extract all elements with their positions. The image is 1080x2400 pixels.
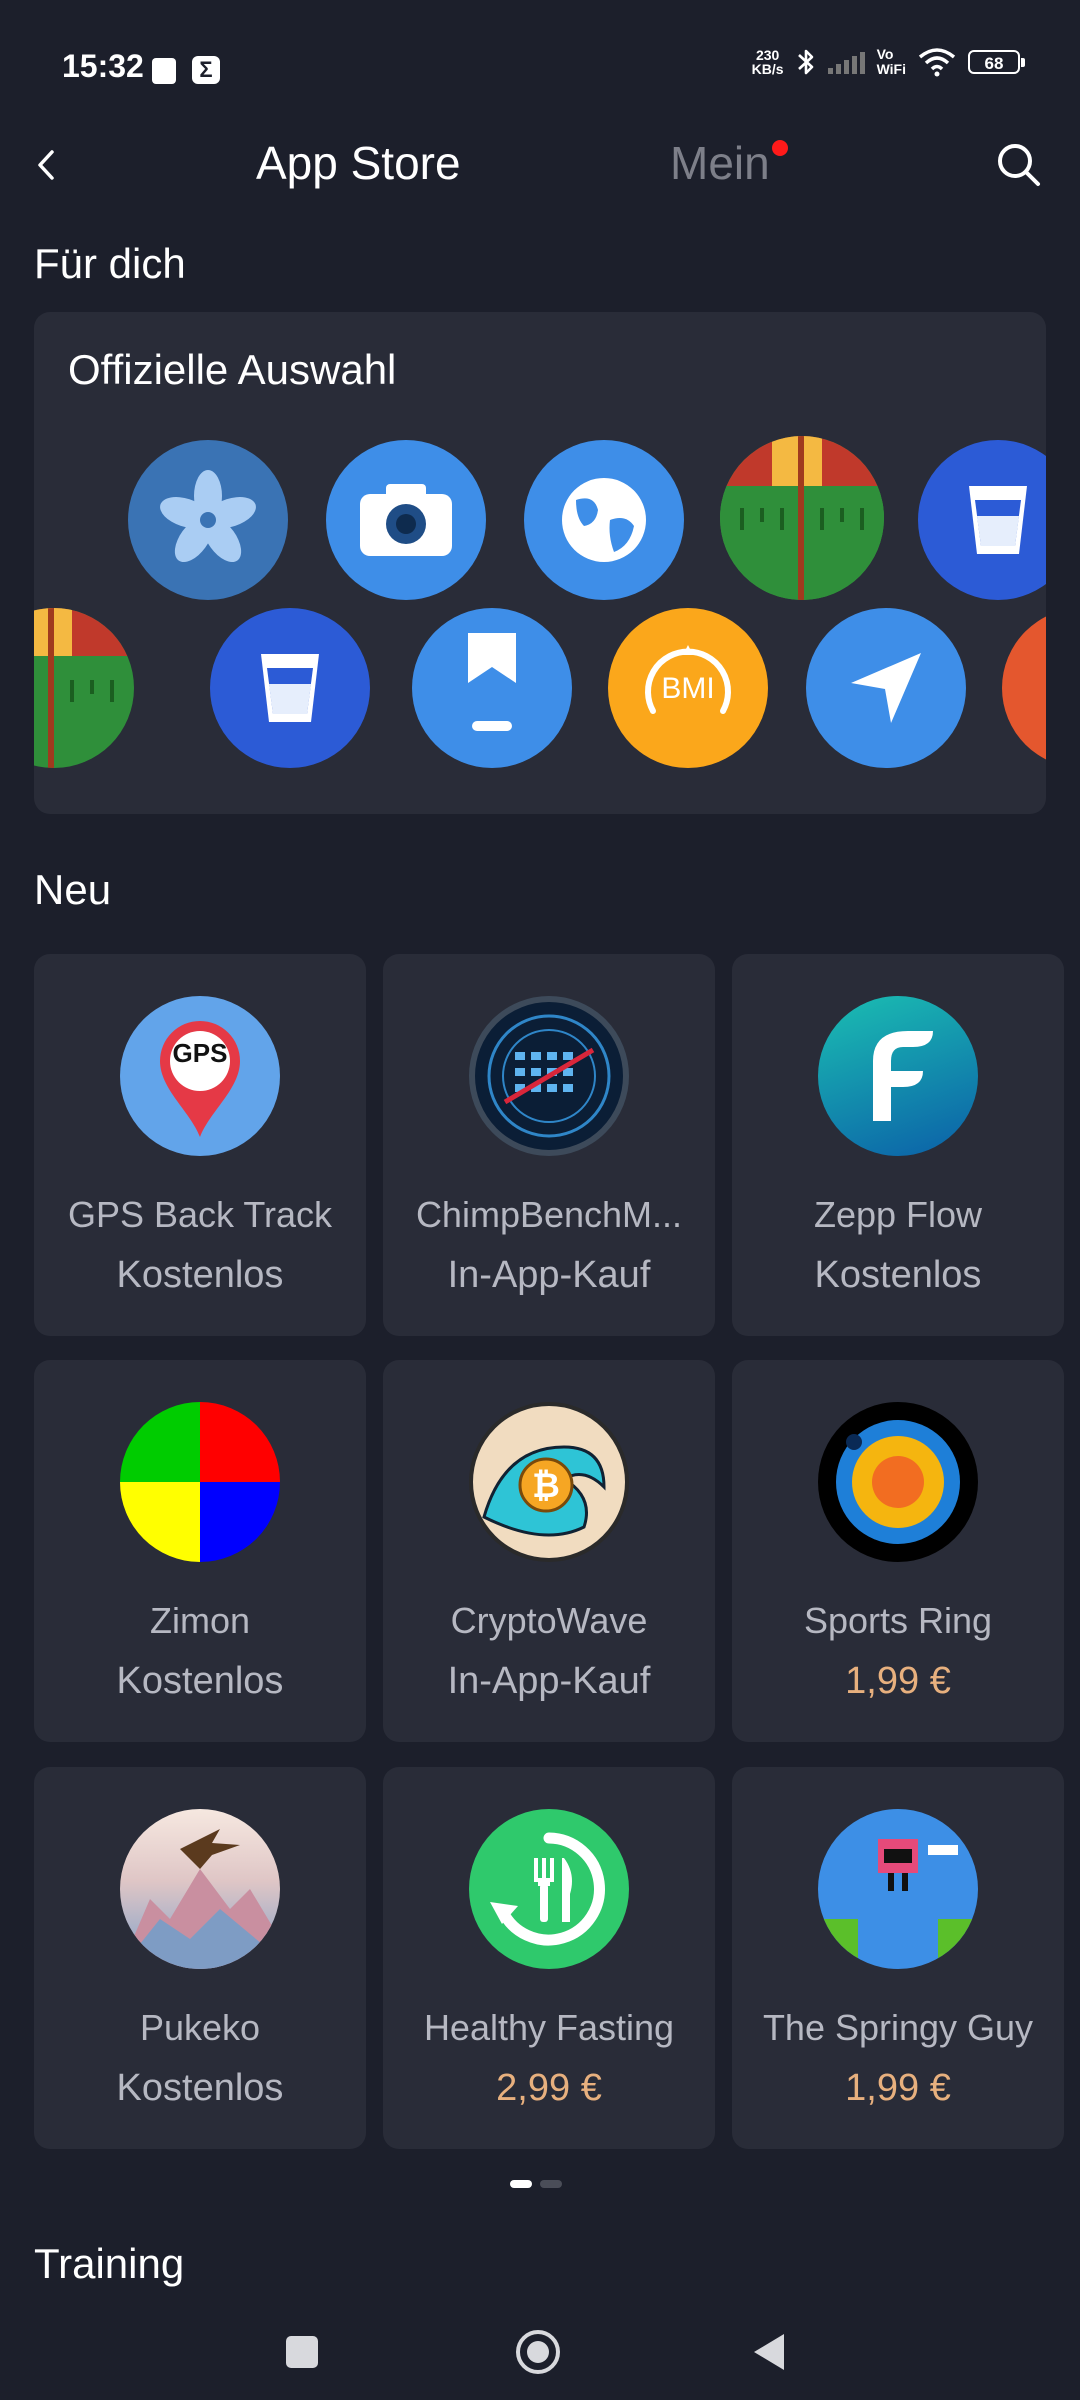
app-price: 1,99 € — [845, 1660, 951, 1702]
app-card-cryptowave[interactable]: ₿ CryptoWave In-App-Kauf — [383, 1360, 715, 1742]
app-card-chimpbench[interactable]: ChimpBenchM... In-App-Kauf — [383, 954, 715, 1336]
app-price: In-App-Kauf — [447, 1254, 651, 1296]
vowifi-line2: WiFi — [876, 61, 906, 77]
notification-icon — [152, 58, 176, 84]
gps-label: GPS — [172, 1038, 228, 1068]
springy-guy-icon — [818, 1809, 978, 1969]
home-button[interactable] — [514, 2328, 562, 2376]
app-name: CryptoWave — [450, 1600, 648, 1641]
app-name: Zepp Flow — [813, 1194, 983, 1235]
app-name: Healthy Fasting — [423, 2007, 675, 2048]
status-time: 15:32 — [62, 48, 144, 84]
zimon-icon — [120, 1402, 280, 1562]
app-price: 1,99 € — [845, 2067, 951, 2109]
app-card-gps-back-track[interactable]: GPS GPS Back Track Kostenlos — [34, 954, 366, 1336]
water-glass-app-icon-2[interactable] — [210, 608, 370, 768]
app-name: The Springy Guy — [762, 2007, 1034, 2048]
app-name: Sports Ring — [803, 1600, 993, 1641]
official-selection-title: Offizielle Auswahl — [68, 346, 397, 393]
app-price: In-App-Kauf — [447, 1660, 651, 1702]
bluetooth-icon — [797, 49, 813, 75]
pager-dot — [540, 2180, 562, 2188]
bookmark-app-icon[interactable] — [412, 608, 572, 768]
app-name: ChimpBenchM... — [415, 1194, 683, 1235]
system-nav-bar — [0, 2300, 1080, 2400]
vowifi-line1: Vo — [876, 46, 894, 62]
app-price: Kostenlos — [814, 1254, 982, 1296]
wifi-icon — [918, 48, 956, 77]
globe-app-icon[interactable] — [524, 440, 684, 600]
app-card-zepp-flow[interactable]: Zepp Flow Kostenlos — [732, 954, 1064, 1336]
tab-mine[interactable]: Mein — [670, 136, 770, 190]
pager-dots — [510, 2180, 562, 2188]
speed-value: 230 — [755, 47, 780, 63]
pukeko-icon — [120, 1809, 280, 1969]
app-card-springy-guy[interactable]: The Springy Guy 1,99 € — [732, 1767, 1064, 2149]
app-name: Pukeko — [139, 2007, 261, 2048]
official-selection-card[interactable]: Offizielle Auswahl BMI — [34, 312, 1046, 814]
vowifi-icon: Vo WiFi — [877, 47, 906, 77]
app-name: Zimon — [149, 1600, 251, 1641]
app-name: GPS Back Track — [67, 1194, 333, 1235]
recents-button[interactable] — [286, 2336, 318, 2368]
back-icon[interactable] — [30, 140, 70, 190]
app-price: Kostenlos — [116, 1254, 284, 1296]
pager-dot-active — [510, 2180, 532, 2188]
sports-ring-icon — [818, 1402, 978, 1562]
app-card-pukeko[interactable]: Pukeko Kostenlos — [34, 1767, 366, 2149]
search-icon[interactable] — [996, 142, 1042, 188]
section-title-new: Neu — [34, 866, 112, 913]
navigation-app-icon[interactable] — [806, 608, 966, 768]
battery-icon: 68 — [968, 50, 1025, 74]
app-card-sports-ring[interactable]: Sports Ring 1,99 € — [732, 1360, 1064, 1742]
tab-app-store[interactable]: App Store — [256, 136, 461, 190]
app-price: Kostenlos — [116, 2067, 284, 2109]
app-price: Kostenlos — [116, 1660, 284, 1702]
gps-pin-icon: GPS — [120, 996, 280, 1156]
ruler-app-icon-2[interactable] — [34, 608, 134, 768]
app-card-healthy-fasting[interactable]: Healthy Fasting 2,99 € — [383, 1767, 715, 2149]
app-card-zimon[interactable]: Zimon Kostenlos — [34, 1360, 366, 1742]
bmi-app-icon[interactable]: BMI — [608, 608, 768, 768]
zepp-flow-icon — [818, 996, 978, 1156]
svg-text:₿: ₿ — [532, 1466, 560, 1506]
healthy-fasting-icon — [469, 1809, 629, 1969]
network-speed: 230 KB/s — [752, 48, 784, 76]
app-price: 2,99 € — [496, 2067, 602, 2109]
signal-icon — [827, 50, 865, 74]
ruler-app-icon[interactable] — [720, 436, 884, 600]
sigma-app-icon: Σ — [192, 56, 220, 84]
status-icons: 230 KB/s Vo WiFi 68 — [752, 46, 1025, 78]
water-glass-app-icon[interactable] — [918, 440, 1046, 600]
speed-unit: KB/s — [751, 61, 784, 77]
orange-app-icon[interactable] — [1002, 608, 1046, 768]
back-nav-button[interactable] — [752, 2332, 786, 2372]
section-title-training: Training — [34, 2240, 185, 2287]
cryptowave-icon: ₿ — [469, 1402, 629, 1562]
notification-dot — [772, 140, 788, 156]
chimpbench-icon — [469, 996, 629, 1156]
bmi-label: BMI — [661, 672, 715, 705]
fan-app-icon[interactable] — [128, 440, 288, 600]
section-title-for-you: Für dich — [34, 240, 186, 287]
camera-app-icon[interactable] — [326, 440, 486, 600]
